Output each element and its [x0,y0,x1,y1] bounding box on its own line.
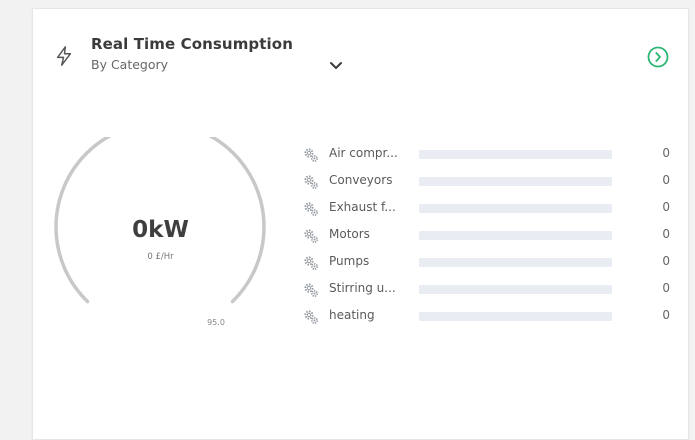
widget-title: Real Time Consumption [91,35,293,53]
category-label: Pumps [329,254,370,268]
category-label: heating [329,308,375,322]
category-bar [419,312,612,321]
chevron-down-icon[interactable] [329,61,343,71]
category-bar [419,231,612,240]
category-label: Stirring u... [329,281,396,295]
category-row: Motors 0 [303,224,678,251]
gears-icon [304,148,318,162]
category-row: heating 0 [303,305,678,332]
category-value: 0 [662,200,670,214]
category-value: 0 [662,254,670,268]
category-row: Air compr... 0 [303,143,678,170]
category-label: Air compr... [329,146,398,160]
category-bar [419,204,612,213]
category-value: 0 [662,308,670,322]
category-row: Exhaust f... 0 [303,197,678,224]
category-bar [419,150,612,159]
category-row: Pumps 0 [303,251,678,278]
real-time-consumption-widget: Real Time Consumption By Category 0kW 0 … [32,8,689,440]
gears-icon [304,229,318,243]
category-list: Air compr... 0 Conveyors 0 Exhaust f... … [303,143,678,332]
gears-icon [304,283,318,297]
category-label: Motors [329,227,370,241]
category-bar [419,177,612,186]
chevron-right-circle-icon[interactable] [647,46,669,68]
gears-icon [304,202,318,216]
gauge-max-label: 95.0 [207,318,225,327]
category-label: Exhaust f... [329,200,396,214]
gauge-rate: 0 £/Hr [147,252,174,262]
category-label: Conveyors [329,173,393,187]
lightning-bolt-icon [56,46,72,66]
category-value: 0 [662,227,670,241]
category-value: 0 [662,146,670,160]
gauge-value: 0kW [132,217,189,243]
category-value: 0 [662,173,670,187]
category-bar [419,285,612,294]
category-row: Stirring u... 0 [303,278,678,305]
gears-icon [304,310,318,324]
category-value: 0 [662,281,670,295]
category-bar [419,258,612,267]
gears-icon [304,256,318,270]
gears-icon [304,175,318,189]
widget-subtitle: By Category [91,57,169,72]
category-row: Conveyors 0 [303,170,678,197]
